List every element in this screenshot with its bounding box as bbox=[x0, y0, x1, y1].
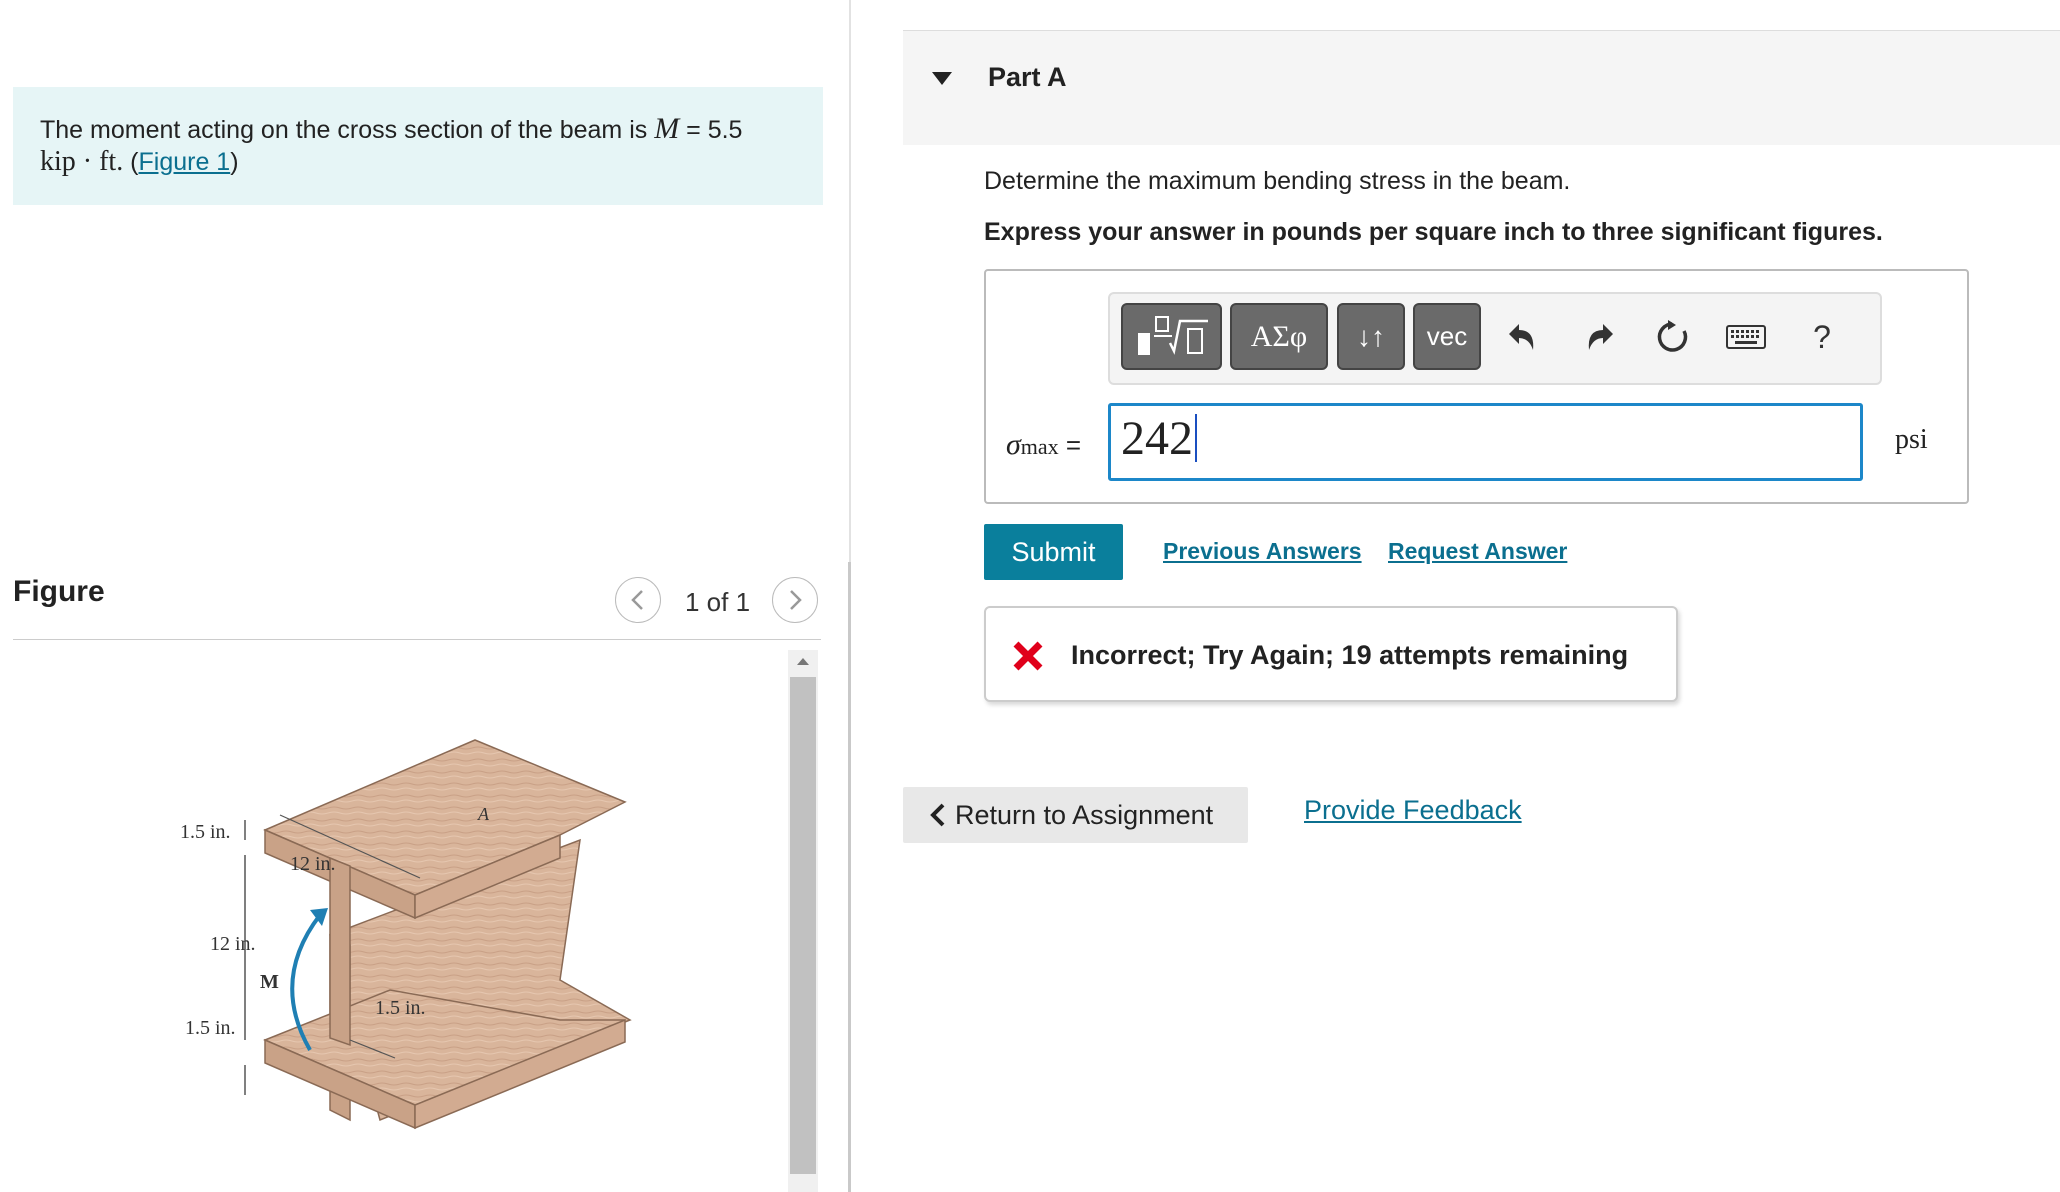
vector-button[interactable]: vec bbox=[1413, 303, 1481, 370]
figure-page-count: 1 of 1 bbox=[685, 587, 751, 617]
previous-answers-link[interactable]: Previous Answers bbox=[1163, 538, 1362, 565]
part-title: Part A bbox=[988, 62, 1067, 92]
answer-label: σmax = bbox=[1006, 428, 1081, 462]
figure-title: Figure bbox=[13, 575, 105, 608]
scrollbar-thumb[interactable] bbox=[790, 677, 816, 1174]
sigma-symbol: σ bbox=[1006, 428, 1021, 461]
provide-feedback-link[interactable]: Provide Feedback bbox=[1304, 795, 1522, 826]
problem-text: The moment acting on the cross section o… bbox=[40, 116, 655, 144]
scroll-up-icon[interactable] bbox=[788, 650, 818, 672]
answer-input[interactable]: 242 bbox=[1108, 403, 1863, 481]
templates-button[interactable] bbox=[1121, 303, 1222, 370]
submit-button[interactable]: Submit bbox=[984, 524, 1123, 580]
feedback-message: Incorrect; Try Again; 19 attempts remain… bbox=[1071, 640, 1629, 670]
previous-figure-button[interactable] bbox=[615, 577, 661, 623]
chevron-left-icon bbox=[631, 590, 643, 610]
caret-down-icon[interactable] bbox=[932, 72, 952, 85]
undo-icon[interactable] bbox=[1500, 314, 1544, 360]
incorrect-x-icon bbox=[1013, 641, 1043, 671]
dim-top-flange: 1.5 in. bbox=[180, 821, 231, 843]
moment-label: M bbox=[260, 971, 279, 993]
dim-web-thickness: 1.5 in. bbox=[375, 997, 426, 1019]
return-to-assignment-button[interactable]: Return to Assignment bbox=[903, 787, 1248, 843]
instruction-text: Express your answer in pounds per square… bbox=[984, 218, 1883, 246]
next-figure-button[interactable] bbox=[772, 577, 818, 623]
sigma-subscript: max bbox=[1020, 434, 1059, 459]
help-button[interactable]: ? bbox=[1800, 314, 1844, 360]
paren-open: ( bbox=[123, 148, 139, 176]
part-header[interactable] bbox=[903, 30, 2060, 145]
column-divider-lower bbox=[848, 562, 851, 1192]
dim-width: 12 in. bbox=[290, 853, 336, 875]
figure-divider bbox=[13, 639, 821, 640]
point-a-label: A bbox=[477, 804, 490, 824]
fraction-root-icon bbox=[1137, 315, 1208, 355]
moment-value: = 5.5 bbox=[679, 116, 743, 144]
reset-icon[interactable] bbox=[1650, 314, 1694, 360]
problem-statement: The moment acting on the cross section o… bbox=[13, 87, 823, 205]
equals-sign: = bbox=[1065, 430, 1082, 460]
chevron-right-icon bbox=[790, 590, 802, 610]
request-answer-link[interactable]: Request Answer bbox=[1388, 538, 1567, 565]
keyboard-icon[interactable] bbox=[1724, 314, 1768, 360]
paren-close: ) bbox=[230, 148, 239, 176]
greek-symbols-button[interactable]: ΑΣφ bbox=[1230, 303, 1328, 370]
answer-unit: psi bbox=[1895, 424, 1928, 455]
question-text: Determine the maximum bending stress in … bbox=[984, 167, 1571, 195]
redo-icon[interactable] bbox=[1578, 314, 1622, 360]
moment-symbol: M bbox=[654, 112, 680, 145]
moment-units: kip · ft. bbox=[40, 146, 124, 177]
beam-figure: 1.5 in. 12 in. 12 in. M 1.5 in. 1.5 in. … bbox=[180, 739, 632, 1130]
arrows-button[interactable]: ↓↑ bbox=[1337, 303, 1405, 370]
text-caret bbox=[1195, 414, 1197, 462]
figure-link[interactable]: Figure 1 bbox=[139, 148, 231, 176]
dim-bottom-flange: 1.5 in. bbox=[185, 1017, 236, 1039]
chevron-left-icon bbox=[930, 803, 945, 827]
answer-value: 242 bbox=[1121, 412, 1193, 465]
return-label: Return to Assignment bbox=[955, 799, 1214, 830]
dim-web-height: 12 in. bbox=[210, 933, 256, 955]
